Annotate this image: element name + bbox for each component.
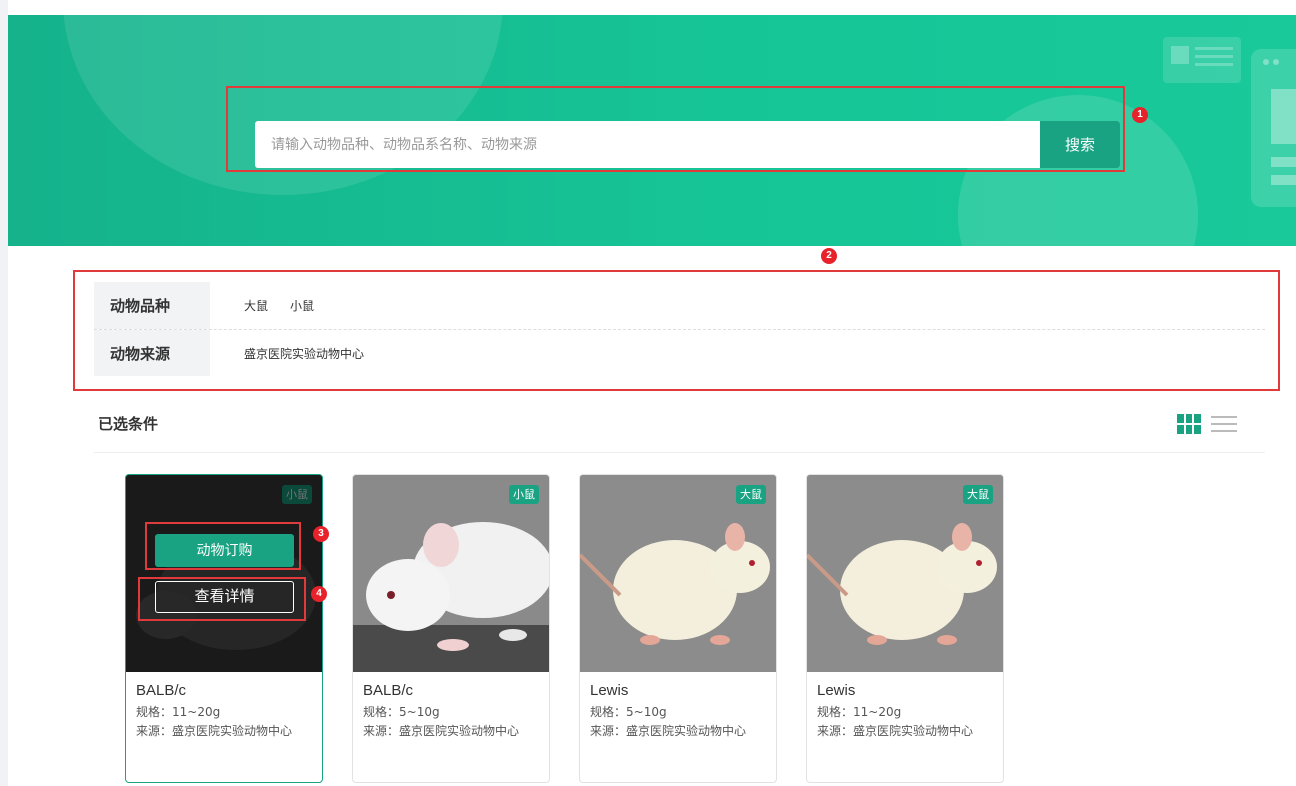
filter-option-shengjing[interactable]: 盛京医院实验动物中心: [244, 345, 364, 362]
list-view-icon[interactable]: [1211, 414, 1237, 434]
grid-view-icon[interactable]: [1177, 414, 1201, 434]
card-title: Lewis: [817, 682, 856, 699]
selected-conditions-title: 已选条件: [98, 415, 159, 433]
filter-row-source: 动物来源 盛京医院实验动物中心: [94, 329, 1265, 376]
decorative-circle: [958, 95, 1198, 246]
view-details-button[interactable]: 查看详情: [155, 581, 294, 613]
search-input[interactable]: [255, 121, 1040, 168]
card-source: 来源：盛京医院实验动物中心: [590, 724, 747, 738]
filter-label-species: 动物品种: [94, 282, 210, 329]
animal-image: 大鼠: [580, 475, 776, 672]
card-source: 来源：盛京医院实验动物中心: [363, 724, 520, 738]
selected-conditions-bar: 已选条件: [94, 395, 1265, 453]
card-spec: 规格：5~10g: [590, 705, 667, 719]
annotation-badge-3: 3: [313, 526, 329, 542]
filter-option-rat[interactable]: 大鼠: [244, 297, 268, 314]
card-tag-badge: 小鼠: [509, 485, 539, 504]
card-spec: 规格：11~20g: [817, 705, 902, 719]
animal-card[interactable]: 小鼠 BALB/c 规格：5~10g 来源：盛京医院实验动物中心: [352, 474, 550, 783]
card-spec: 规格：11~20g: [136, 705, 221, 719]
mouse-photo: [353, 475, 549, 672]
card-tag-badge: 大鼠: [963, 485, 993, 504]
card-source: 来源：盛京医院实验动物中心: [136, 724, 293, 738]
filter-panel: 动物品种 大鼠 小鼠 动物来源 盛京医院实验动物中心: [94, 282, 1265, 376]
animal-card-grid: 小鼠 动物订购 查看详情 BALB/c 规格：11~20g 来源：盛京医院实验动…: [94, 453, 1265, 786]
decorative-card-icon: [1163, 37, 1241, 83]
annotation-badge-4: 4: [311, 586, 327, 602]
filter-options-source: 盛京医院实验动物中心: [210, 330, 364, 376]
card-spec: 规格：5~10g: [363, 705, 440, 719]
card-title: BALB/c: [136, 682, 187, 699]
animal-card[interactable]: 小鼠 动物订购 查看详情 BALB/c 规格：11~20g 来源：盛京医院实验动…: [125, 474, 323, 783]
animal-card[interactable]: 大鼠 Lewis 规格：11~20g 来源：盛京医院实验动物中心: [806, 474, 1004, 783]
left-gutter: [0, 0, 8, 786]
hero-banner: 搜索: [8, 15, 1296, 246]
animal-image: 大鼠: [807, 475, 1003, 672]
card-tag-badge: 大鼠: [736, 485, 766, 504]
card-title: BALB/c: [363, 682, 414, 699]
rat-photo: [580, 475, 776, 672]
filter-option-mouse[interactable]: 小鼠: [290, 297, 314, 314]
search-bar: 搜索: [255, 121, 1120, 168]
rat-photo: [807, 475, 1003, 672]
animal-card[interactable]: 大鼠 Lewis 规格：5~10g 来源：盛京医院实验动物中心: [579, 474, 777, 783]
view-toggle: [1177, 414, 1237, 434]
card-hover-overlay: [126, 475, 322, 672]
card-source: 来源：盛京医院实验动物中心: [817, 724, 974, 738]
decorative-browser-icon: [1251, 49, 1296, 207]
card-title: Lewis: [590, 682, 629, 699]
filter-row-species: 动物品种 大鼠 小鼠: [94, 282, 1265, 329]
annotation-badge-1: 1: [1132, 107, 1148, 123]
filter-label-source: 动物来源: [94, 330, 210, 376]
search-button[interactable]: 搜索: [1040, 121, 1120, 168]
decorative-circle: [63, 15, 503, 195]
filter-options-species: 大鼠 小鼠: [210, 282, 314, 329]
animal-image: 小鼠: [353, 475, 549, 672]
order-animal-button[interactable]: 动物订购: [155, 534, 294, 567]
animal-image: 小鼠 动物订购 查看详情: [126, 475, 322, 672]
annotation-badge-2: 2: [821, 248, 837, 264]
